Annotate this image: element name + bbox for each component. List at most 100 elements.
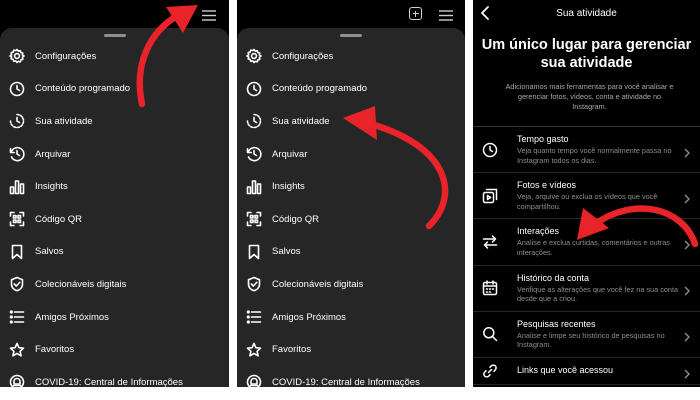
intro-text: Adicionamos mais ferramentas para você a…: [505, 82, 674, 111]
menu-item-covid-central[interactable]: COVID-19: Central de Informações: [0, 366, 229, 387]
sheet-handle[interactable]: [103, 34, 126, 37]
activity-item-desc: Veja quanto tempo você normalmente passa…: [517, 146, 672, 165]
interactions-icon: [482, 234, 498, 250]
activity-item-title: Links que você acessou: [517, 364, 614, 375]
activity-icon: [8, 112, 26, 130]
back-arrow-icon[interactable]: [478, 5, 492, 21]
menu-item-salvos[interactable]: Salvos: [237, 236, 465, 269]
menu-item-codigo-qr[interactable]: Código QR: [237, 203, 465, 236]
menu-item-arquivar[interactable]: Arquivar: [237, 138, 465, 171]
menu-item-label: Favoritos: [35, 344, 75, 356]
menu-item-label: Arquivar: [35, 148, 71, 160]
activity-item-desc: Analise e exclua curtidas, comentários e…: [517, 238, 670, 257]
star-icon: [245, 341, 263, 359]
activity-item-desc: Verifique as alterações que você fez na …: [517, 284, 679, 304]
menu-item-label: Conteúdo programado: [35, 83, 131, 95]
menu-item-label: Código QR: [272, 213, 319, 225]
chevron-right-icon: [684, 237, 690, 250]
close-friends-icon: [245, 308, 263, 326]
activity-item-links-acessados[interactable]: Links que você acessou: [473, 358, 700, 385]
menu-list: Configurações Conteúdo programado Sua at…: [0, 40, 229, 387]
bookmark-icon: [245, 243, 263, 261]
activity-item-interacoes[interactable]: Interações Analise e exclua curtidas, co…: [473, 219, 700, 266]
menu-item-label: Colecionáveis digitais: [272, 278, 364, 290]
info-center-icon: [245, 373, 263, 387]
headline: Um único lugar para gerenciar sua ativid…: [481, 37, 692, 71]
menu-item-configuracoes[interactable]: Configurações: [237, 40, 465, 73]
menu-sheet: Configurações Conteúdo programado Sua at…: [237, 28, 465, 387]
menu-item-codigo-qr[interactable]: Código QR: [0, 203, 229, 236]
activity-item-title: Tempo gasto: [517, 134, 569, 144]
activity-item-desc: Analise e limpe seu histórico de pesquis…: [517, 330, 665, 350]
activity-item-fotos-videos[interactable]: Fotos e vídeos Veja, arquive ou exclua o…: [473, 173, 700, 220]
menu-item-configuracoes[interactable]: Configurações: [0, 40, 229, 73]
photos-videos-icon: [482, 188, 498, 204]
activity-item-desc: Veja, arquive ou exclua os vídeos que vo…: [517, 192, 658, 211]
menu-item-label: Código QR: [35, 213, 82, 225]
menu-item-label: Salvos: [272, 246, 301, 258]
activity-item-title: Fotos e vídeos: [517, 180, 577, 191]
shield-check-icon: [8, 275, 26, 293]
menu-item-sua-atividade[interactable]: Sua atividade: [237, 105, 465, 138]
menu-item-label: Amigos Próximos: [35, 311, 109, 323]
insights-icon: [8, 178, 26, 196]
archive-icon: [8, 145, 26, 163]
menu-item-label: COVID-19: Central de Informações: [35, 376, 183, 387]
star-icon: [8, 341, 26, 359]
menu-list: Configurações Conteúdo programado Sua at…: [237, 40, 465, 387]
sheet-handle[interactable]: [340, 34, 362, 37]
hamburger-menu-icon[interactable]: [439, 8, 453, 21]
menu-sheet: Configurações Conteúdo programado Sua at…: [0, 28, 229, 387]
qr-code-icon: [8, 210, 26, 228]
page-title: Sua atividade: [556, 7, 617, 19]
menu-panel-1: Configurações Conteúdo programado Sua at…: [0, 0, 229, 387]
activity-item-pesquisas-recentes[interactable]: Pesquisas recentes Analise e limpe seu h…: [473, 312, 700, 358]
hamburger-menu-icon[interactable]: [202, 8, 216, 21]
gear-icon: [245, 47, 263, 65]
activity-item-tempo-gasto[interactable]: Tempo gasto Veja quanto tempo você norma…: [473, 127, 700, 174]
menu-item-label: COVID-19: Central de Informações: [272, 376, 420, 387]
menu-item-amigos-proximos[interactable]: Amigos Próximos: [0, 301, 229, 334]
menu-item-salvos[interactable]: Salvos: [0, 236, 229, 269]
menu-item-label: Insights: [272, 181, 305, 193]
menu-item-label: Conteúdo programado: [272, 83, 368, 95]
create-post-icon[interactable]: [409, 7, 422, 20]
info-center-icon: [8, 373, 26, 387]
archive-icon: [245, 145, 263, 163]
activity-item-title: Interações: [517, 226, 560, 237]
clock-icon: [8, 80, 26, 98]
shield-check-icon: [245, 275, 263, 293]
menu-item-covid-central[interactable]: COVID-19: Central de Informações: [237, 366, 465, 387]
menu-item-colecionaveis-digitais[interactable]: Colecionáveis digitais: [0, 268, 229, 301]
chevron-right-icon: [684, 145, 690, 158]
menu-item-label: Insights: [35, 181, 68, 193]
menu-item-label: Configurações: [272, 50, 334, 62]
close-friends-icon: [8, 308, 26, 326]
menu-item-label: Colecionáveis digitais: [35, 278, 127, 290]
menu-item-label: Configurações: [35, 50, 97, 62]
qr-code-icon: [245, 210, 263, 228]
menu-item-conteudo-programado[interactable]: Conteúdo programado: [0, 73, 229, 106]
menu-item-label: Amigos Próximos: [272, 311, 346, 323]
menu-item-label: Arquivar: [272, 148, 308, 160]
calendar-icon: [482, 280, 498, 296]
chevron-right-icon: [684, 329, 690, 342]
menu-item-conteudo-programado[interactable]: Conteúdo programado: [237, 73, 465, 106]
activity-item-title: Histórico da conta: [517, 272, 590, 283]
menu-item-insights[interactable]: Insights: [0, 170, 229, 203]
insights-icon: [245, 178, 263, 196]
menu-item-favoritos[interactable]: Favoritos: [237, 333, 465, 366]
menu-item-favoritos[interactable]: Favoritos: [0, 333, 229, 366]
menu-item-label: Favoritos: [272, 344, 312, 356]
menu-item-insights[interactable]: Insights: [237, 170, 465, 203]
menu-item-arquivar[interactable]: Arquivar: [0, 138, 229, 171]
menu-item-colecionaveis-digitais[interactable]: Colecionáveis digitais: [237, 268, 465, 301]
activity-icon: [245, 112, 263, 130]
menu-item-amigos-proximos[interactable]: Amigos Próximos: [237, 301, 465, 334]
menu-item-sua-atividade[interactable]: Sua atividade: [0, 105, 229, 138]
clock-icon: [482, 142, 498, 158]
menu-panel-2: Configurações Conteúdo programado Sua at…: [237, 0, 465, 387]
search-icon: [482, 326, 498, 342]
gear-icon: [8, 47, 26, 65]
activity-item-historico-conta[interactable]: Histórico da conta Verifique as alteraçõ…: [473, 266, 700, 312]
